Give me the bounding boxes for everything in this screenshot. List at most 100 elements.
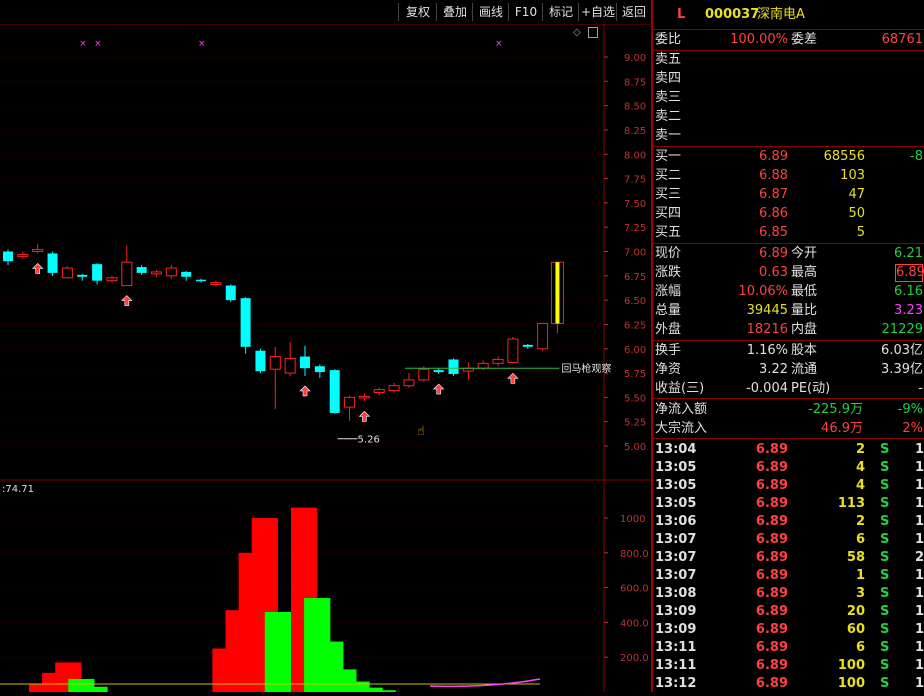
tick-row: 13:09 6.89 60 S 1 <box>655 621 924 639</box>
stat-value: 6.89 <box>759 246 788 261</box>
tick-side: S <box>880 514 890 529</box>
price-tick-label: 6.50 <box>624 296 646 307</box>
stat2-value-2: 6.03亿 <box>881 343 923 358</box>
tick-row: 13:05 6.89 4 S 1 <box>655 459 924 477</box>
tick-side: S <box>880 496 890 511</box>
stat-label-2: 最低 <box>791 284 818 299</box>
stat-row: 现价 6.89 今开 6.21 <box>655 245 924 263</box>
candle-up <box>358 395 370 399</box>
limit-flag: L <box>677 7 686 22</box>
weibi-row: 委比 100.00% 委差 68761 <box>655 31 924 49</box>
candle-down <box>255 350 266 372</box>
tick-side: S <box>880 658 890 673</box>
tick-count: 1 <box>915 460 924 475</box>
buy-arrow-icon <box>121 295 133 306</box>
stat-label-2: 量比 <box>791 303 818 318</box>
tick-row: 13:07 6.89 1 S 1 <box>655 567 924 585</box>
tick-price: 6.89 <box>755 622 788 637</box>
stat2-row: 收益(三) -0.004 PE(动) - <box>655 380 924 398</box>
candle-down <box>300 356 310 369</box>
tick-time: 13:05 <box>655 460 697 475</box>
tick-price: 6.89 <box>755 478 788 493</box>
stat2-value-2: 3.39亿 <box>881 362 923 377</box>
candle-down <box>225 285 236 301</box>
buy-arrow-icon <box>358 410 371 422</box>
add-favorite-button[interactable]: +自选 <box>578 3 617 21</box>
candle-down <box>77 274 88 277</box>
top-x-mark: × <box>79 39 87 49</box>
tick-row: 13:11 6.89 100 S 1 <box>655 657 924 675</box>
stat-row: 总量 39445 量比 3.23 <box>655 302 924 320</box>
weicha-value: 68761 <box>881 32 923 47</box>
flow-row: 大宗流入 46.9万 2% <box>655 420 924 438</box>
flow-label: 净流入额 <box>655 402 708 417</box>
buy-label: 买一 <box>655 149 682 164</box>
candle-up <box>507 338 519 363</box>
candle-down <box>522 344 533 347</box>
candle-up <box>492 358 504 364</box>
stat2-label: 净资 <box>655 362 682 377</box>
tick-time: 13:07 <box>655 550 697 565</box>
tick-side: S <box>880 442 890 457</box>
buy-row: 买二 6.88 103 <box>655 167 924 185</box>
tick-count: 1 <box>915 640 924 655</box>
buy-row: 买四 6.86 50 <box>655 205 924 223</box>
tick-time: 13:04 <box>655 442 697 457</box>
tick-count: 1 <box>915 532 924 547</box>
tick-count: 1 <box>915 658 924 673</box>
candle-up <box>165 267 177 277</box>
candle-up <box>284 357 296 374</box>
sell-row: 卖五 <box>655 51 924 69</box>
back-button[interactable]: 返回 <box>616 3 651 21</box>
candle-up <box>32 249 44 252</box>
buy-volume: 50 <box>848 206 865 221</box>
candle-up <box>61 267 73 279</box>
tick-price: 6.89 <box>755 604 788 619</box>
stat-row: 涨幅 10.06% 最低 6.16 <box>655 283 924 301</box>
stat-value: 18216 <box>746 322 788 337</box>
stat2-label: 收益(三) <box>655 381 705 396</box>
diamond-icon[interactable]: ◇ <box>573 27 581 38</box>
candle-down <box>196 279 207 282</box>
stat2-row: 净资 3.22 流通 3.39亿 <box>655 361 924 379</box>
stat-value-2: 6.16 <box>894 284 923 299</box>
weibi-value: 100.00% <box>730 32 788 47</box>
kline-chart-svg[interactable]: × × × × 回马枪观察 5.26 9.00 8.75 8.50 8.25 8.00 7.75 7.… <box>0 23 651 692</box>
tick-time: 13:07 <box>655 568 697 583</box>
tick-price: 6.89 <box>755 568 788 583</box>
overlay-button[interactable]: 叠加 <box>436 3 473 21</box>
tick-time: 13:11 <box>655 640 697 655</box>
tick-volume: 113 <box>837 496 865 511</box>
tick-count: 1 <box>915 622 924 637</box>
tick-side: S <box>880 532 890 547</box>
buy-arrow-icon <box>31 263 44 274</box>
f10-button[interactable]: F10 <box>508 3 543 21</box>
price-tick-label: 8.75 <box>624 77 646 88</box>
volume-tick-label: 400.0 <box>620 618 649 629</box>
tick-side: S <box>880 622 890 637</box>
tick-time: 13:09 <box>655 622 697 637</box>
volume-tick-label: 800.0 <box>620 549 649 560</box>
candle-up <box>269 356 281 370</box>
stat-value-2: 6.89 <box>895 264 924 282</box>
flow-label: 大宗流入 <box>655 421 708 436</box>
kline-chart-area[interactable]: × × × × 回马枪观察 5.26 9.00 8.75 8.50 8.25 8.00 7.75 7.… <box>0 23 651 692</box>
mark-button[interactable]: 标记 <box>542 3 579 21</box>
buy-label: 买二 <box>655 168 682 183</box>
buy-arrow-icon <box>507 372 519 384</box>
sell-label: 卖五 <box>655 52 682 67</box>
stat-value-2: 6.21 <box>894 246 923 261</box>
restore-rights-button[interactable]: 复权 <box>398 3 437 21</box>
tick-side: S <box>880 568 890 583</box>
tick-time: 13:06 <box>655 514 697 529</box>
tick-count: 1 <box>915 604 924 619</box>
draw-line-button[interactable]: 画线 <box>472 3 509 21</box>
tick-count: 1 <box>915 496 924 511</box>
panel-toggle-icon[interactable] <box>588 27 598 38</box>
quote-panel: L 000037 深南电A 委比 100.00% 委差 68761 卖五 卖四 卖三… <box>651 0 924 692</box>
stat2-label-2: 流通 <box>791 362 818 377</box>
tick-volume: 2 <box>855 514 865 529</box>
buy-price: 6.89 <box>759 149 788 164</box>
tick-count: 1 <box>915 478 924 493</box>
tick-row: 13:07 6.89 6 S 1 <box>655 531 924 549</box>
